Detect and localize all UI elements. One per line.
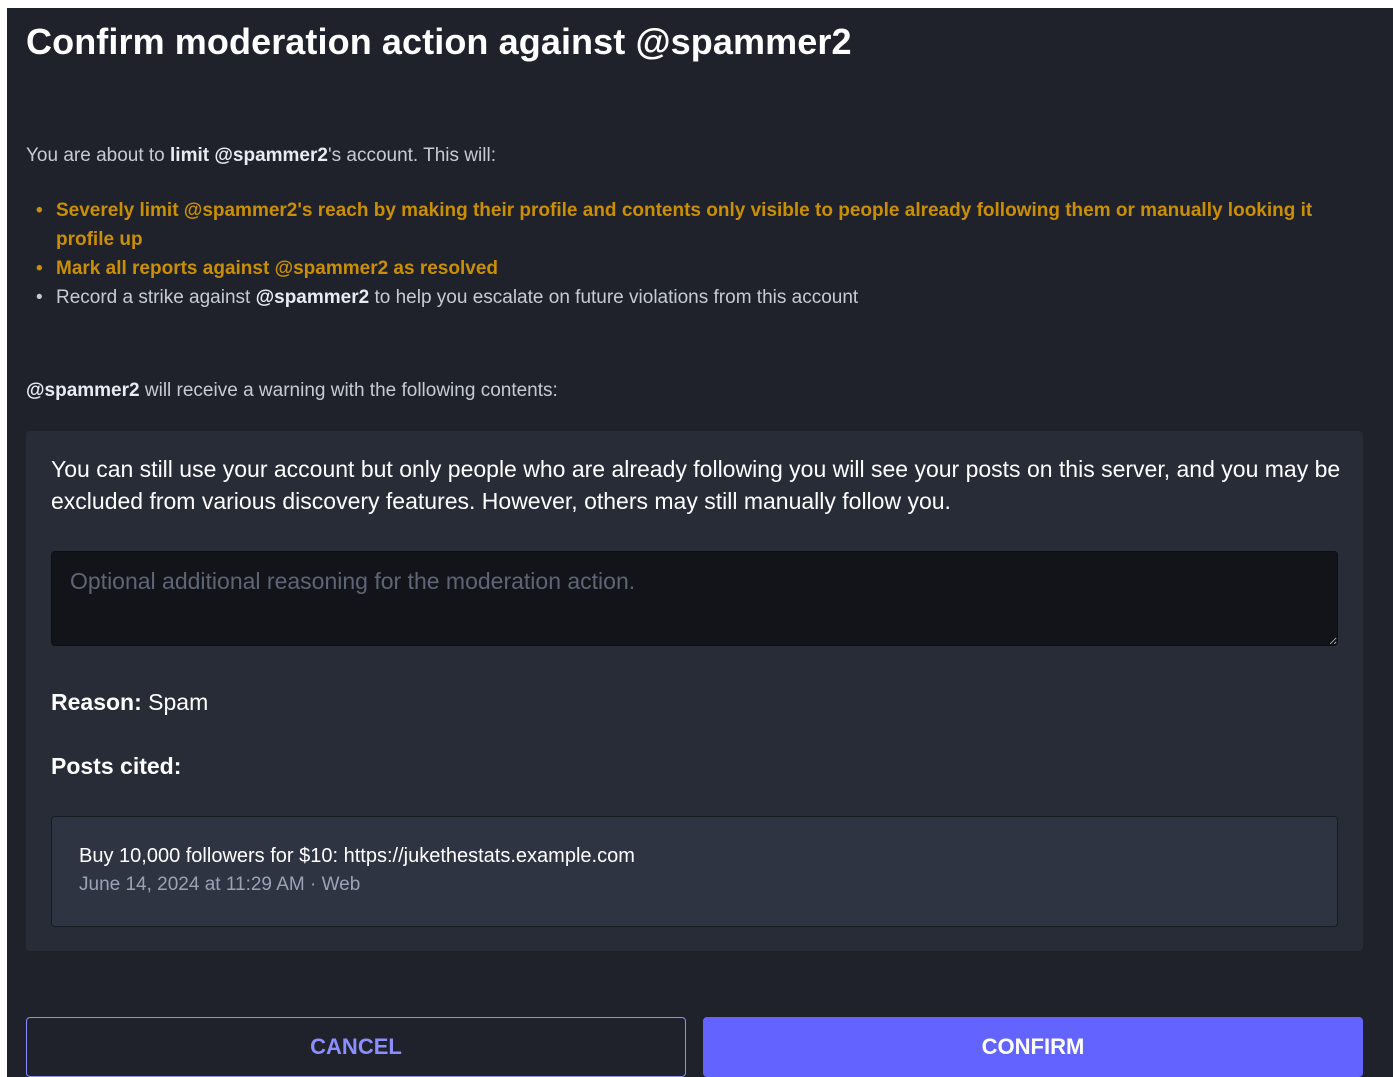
posts-cited-label: Posts cited: xyxy=(51,753,182,779)
moderation-confirm-dialog: Confirm moderation action against @spamm… xyxy=(7,8,1393,1077)
strike-prefix: Record a strike against xyxy=(56,287,256,308)
cited-post: Buy 10,000 followers for $10: https://ju… xyxy=(51,816,1338,927)
consequence-limit-reach: Severely limit @spammer2's reach by maki… xyxy=(26,196,1316,254)
intro-suffix: 's account. This will: xyxy=(327,145,496,166)
warning-intro-account: @spammer2 xyxy=(26,380,140,401)
intro-prefix: You are about to xyxy=(26,145,171,166)
additional-reasoning-input[interactable] xyxy=(51,551,1338,646)
reason-label: Reason: xyxy=(51,689,142,715)
strike-account: @spammer2 xyxy=(255,287,370,308)
cited-post-text: Buy 10,000 followers for $10: https://ju… xyxy=(79,845,635,867)
strike-suffix: to help you escalate on future violation… xyxy=(369,287,859,308)
warning-intro-suffix: will receive a warning with the followin… xyxy=(139,380,558,401)
warning-text: You can still use your account but only … xyxy=(51,456,1341,514)
warning-preview-box: You can still use your account but only … xyxy=(26,431,1363,951)
intro-account: @spammer2 xyxy=(214,145,328,166)
action-intro: You are about to limit @spammer2's accou… xyxy=(26,145,496,167)
consequence-record-strike: Record a strike against @spammer2 to hel… xyxy=(26,283,1316,312)
consequence-list: Severely limit @spammer2's reach by maki… xyxy=(26,196,1316,312)
cited-post-meta: June 14, 2024 at 11:29 AM · Web xyxy=(79,874,361,895)
consequence-resolve-reports: Mark all reports against @spammer2 as re… xyxy=(26,254,1316,283)
dialog-title: Confirm moderation action against @spamm… xyxy=(26,21,852,62)
cancel-button[interactable]: Cancel xyxy=(26,1017,686,1077)
confirm-button[interactable]: Confirm xyxy=(703,1017,1363,1077)
intro-action: limit xyxy=(170,145,210,166)
warning-intro: @spammer2 will receive a warning with th… xyxy=(26,380,558,402)
reason-value: Spam xyxy=(141,689,209,715)
reason-line: Reason: Spam xyxy=(51,689,208,716)
